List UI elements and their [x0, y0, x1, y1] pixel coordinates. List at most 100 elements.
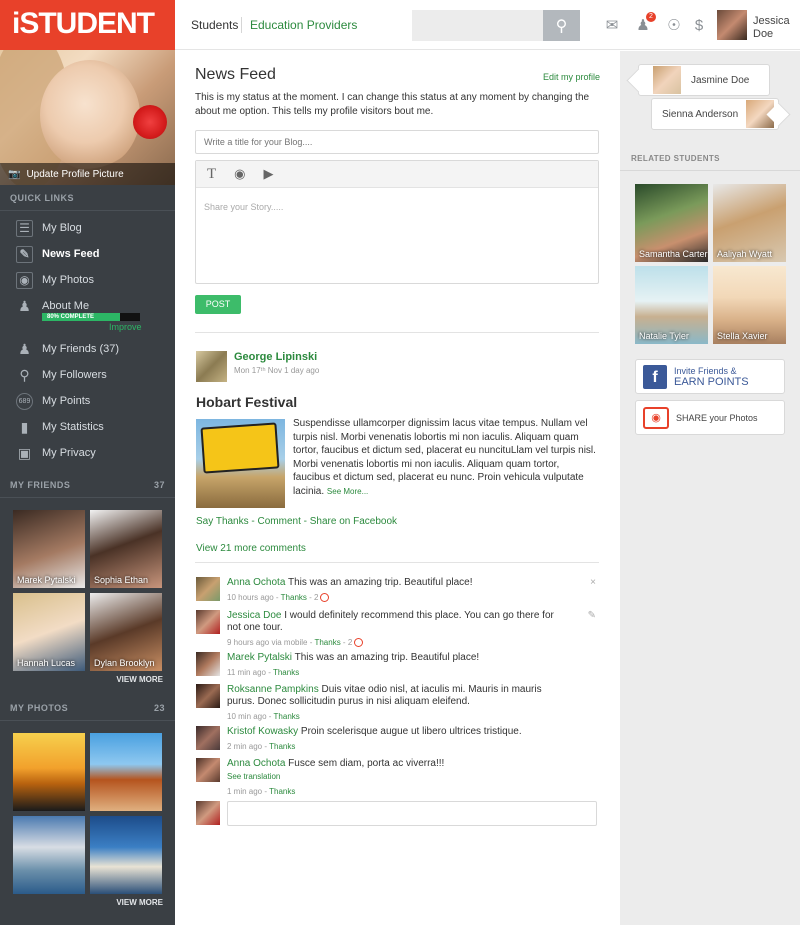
comment: Anna Ochota This was an amazing trip. Be… — [196, 577, 600, 603]
comment-author[interactable]: Jessica Doe — [227, 610, 281, 621]
camera-icon: ◉ — [643, 406, 669, 429]
blog-title-input[interactable] — [195, 130, 599, 154]
post-button[interactable]: POST — [195, 295, 241, 314]
nav-my-friends[interactable]: ♟ My Friends (37) — [0, 336, 175, 362]
friend-tile[interactable]: Marek Pytalski — [13, 510, 85, 588]
nav-my-blog[interactable]: ☰ My Blog — [0, 215, 175, 241]
view-more-comments-link[interactable]: View 21 more comments — [196, 543, 306, 554]
page-title: News Feed — [195, 66, 276, 83]
dollar-icon[interactable]: $ — [689, 16, 709, 36]
related-student-tile[interactable]: Stella Xavier — [713, 266, 786, 344]
friend-tile[interactable]: Sophia Ethan — [90, 510, 162, 588]
composer-toolbar: T ◉ ▶ — [196, 161, 598, 188]
facebook-icon: f — [643, 364, 667, 389]
edit-profile-link[interactable]: Edit my profile — [543, 72, 600, 82]
comment-meta: 9 hours ago via mobile - Thanks - 2 — [227, 637, 567, 649]
friend-avatar — [746, 100, 775, 128]
comment-meta: See translation — [227, 771, 567, 783]
comment-avatar[interactable] — [196, 577, 220, 601]
nav-my-photos[interactable]: ◉ My Photos — [0, 267, 175, 293]
photo-tile[interactable] — [90, 816, 162, 894]
logo[interactable]: iSTUDENT — [0, 0, 175, 50]
comment-avatar[interactable] — [196, 726, 220, 750]
delete-comment-icon[interactable]: × — [590, 577, 596, 588]
nav-my-statistics[interactable]: ▮ My Statistics — [0, 414, 175, 440]
thanks-link[interactable]: Thanks — [269, 787, 295, 796]
comment: Kristof Kowasky Proin scelerisque augue … — [196, 726, 600, 752]
related-student-tile[interactable]: Natalie Tyler — [635, 266, 708, 344]
edit-icon: ✎ — [16, 245, 33, 263]
comment-author[interactable]: Kristof Kowasky — [227, 726, 298, 737]
friends-view-more[interactable]: VIEW MORE — [0, 675, 175, 689]
author-name[interactable]: George Lipinski — [234, 351, 317, 363]
edit-comment-icon[interactable]: ✎ — [588, 610, 596, 621]
comment-avatar[interactable] — [196, 684, 220, 708]
tab-education-providers[interactable]: Education Providers — [250, 18, 357, 32]
reply-comment-input[interactable] — [227, 801, 597, 826]
my-friends-heading: MY FRIENDS 37 — [0, 472, 175, 498]
photos-view-more[interactable]: VIEW MORE — [0, 898, 175, 912]
smile-icon — [354, 638, 364, 647]
share-photos-button[interactable]: ◉ SHARE your Photos — [635, 400, 785, 435]
nav-my-followers[interactable]: ⚲ My Followers — [0, 362, 175, 388]
nav-my-privacy[interactable]: ▣ My Privacy — [0, 440, 175, 466]
online-friend[interactable]: Jasmine Doe — [638, 64, 770, 96]
story-composer: T ◉ ▶ Share your Story..... — [195, 160, 599, 284]
photo-tile[interactable] — [13, 816, 85, 894]
invite-friends-button[interactable]: f Invite Friends & EARN POINTS — [635, 359, 785, 394]
user-name[interactable]: Jessica Doe — [753, 15, 798, 41]
thanks-link[interactable]: Thanks — [273, 668, 299, 677]
comment-avatar[interactable] — [196, 758, 220, 782]
update-profile-picture-button[interactable]: 📷 Update Profile Picture — [0, 163, 175, 185]
messages-icon[interactable]: ✉ — [602, 16, 622, 36]
related-student-tile[interactable]: Aaliyah Wyatt — [713, 184, 786, 262]
text-format-icon[interactable]: T — [207, 166, 216, 183]
author-avatar[interactable] — [196, 351, 227, 382]
comment-meta: 2 min ago - Thanks — [227, 742, 296, 751]
story-input[interactable]: Share your Story..... — [196, 188, 598, 226]
comment-author[interactable]: Roksanne Pampkins — [227, 684, 319, 695]
user-avatar[interactable] — [717, 10, 747, 40]
lock-icon: ▣ — [17, 444, 32, 461]
nav-news-feed[interactable]: ✎ News Feed — [0, 241, 175, 267]
comment-avatar[interactable] — [196, 652, 220, 676]
online-friend[interactable]: Sienna Anderson — [651, 98, 779, 130]
friend-tile[interactable]: Dylan Brooklyn — [90, 593, 162, 671]
improve-link[interactable]: Improve — [109, 322, 175, 336]
comment-author[interactable]: Anna Ochota — [227, 577, 285, 588]
thanks-link[interactable]: Thanks — [281, 593, 307, 602]
photo-tile[interactable] — [90, 733, 162, 811]
post-actions[interactable]: Say Thanks - Comment - Share on Facebook — [196, 516, 397, 527]
user-icon: ♟ — [18, 297, 31, 314]
search-input[interactable] — [412, 10, 543, 41]
comment-avatar[interactable] — [196, 610, 220, 634]
friend-tile[interactable]: Hannah Lucas — [13, 593, 85, 671]
thanks-link[interactable]: Thanks — [269, 742, 295, 751]
video-icon[interactable]: ▶ — [264, 166, 274, 182]
tab-students[interactable]: Students — [191, 18, 238, 32]
thanks-link[interactable]: Thanks — [314, 638, 340, 647]
search-button[interactable]: ⚲ — [543, 10, 580, 41]
comment-author[interactable]: Anna Ochota — [227, 758, 285, 769]
thanks-count: 2 — [347, 638, 353, 647]
photo-tile[interactable] — [13, 733, 85, 811]
my-friends-count: 37 — [153, 479, 165, 490]
nav-my-points[interactable]: 689 My Points — [0, 388, 175, 414]
camera-icon[interactable]: ◉ — [234, 166, 245, 182]
road-sign-image — [200, 422, 280, 474]
thanks-count: 2 — [314, 593, 319, 602]
comment-meta: 10 min ago - Thanks — [227, 712, 300, 721]
my-photos-heading: MY PHOTOS 23 — [0, 695, 175, 721]
comment-author[interactable]: Marek Pytalski — [227, 652, 292, 663]
see-more-link[interactable]: See More... — [327, 487, 368, 496]
see-translation-link[interactable]: See translation — [227, 772, 280, 781]
right-panel: Jasmine Doe Sienna Anderson RELATED STUD… — [620, 51, 800, 925]
globe-icon[interactable]: ☉ — [664, 16, 684, 36]
followers-icon: ⚲ — [19, 366, 30, 383]
thanks-link[interactable]: Thanks — [274, 712, 300, 721]
related-student-tile[interactable]: Samantha Carter — [635, 184, 708, 262]
post-image[interactable] — [196, 419, 285, 508]
comment: Jessica Doe I would definitely recommend… — [196, 610, 600, 648]
comment-meta: 10 hours ago - Thanks - 2 — [227, 592, 567, 604]
profile-picture[interactable]: 📷 Update Profile Picture — [0, 50, 175, 185]
